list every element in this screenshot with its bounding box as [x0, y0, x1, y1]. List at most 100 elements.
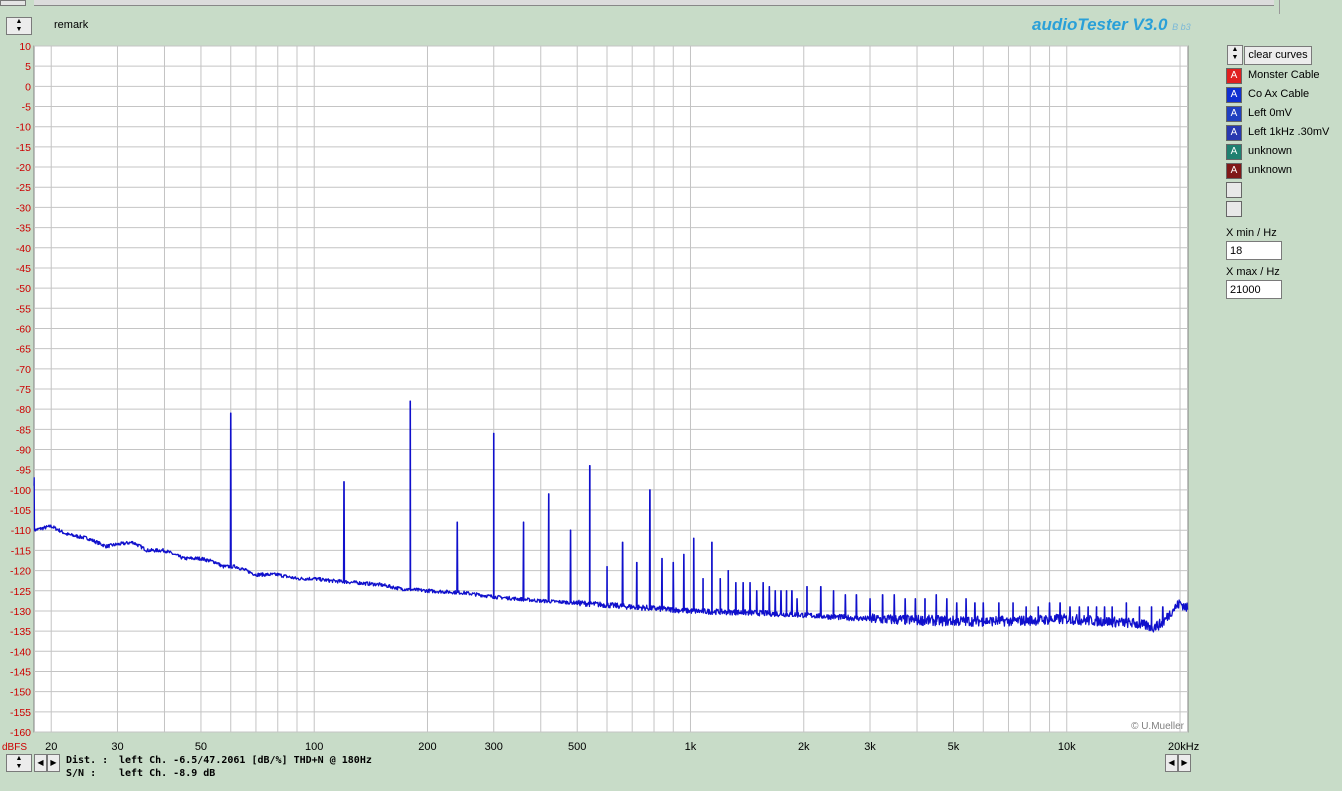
x-tick-label: 5k	[948, 741, 960, 753]
y-tick-label: -95	[16, 465, 31, 477]
y-axis-ticks: 10 5 0 -5 -10 -15 -20 -25 -30 -35 -40 -45 -50 -55 -60 -…	[10, 41, 31, 739]
y-tick-label: -120	[10, 566, 31, 578]
y-tick-label: -10	[16, 122, 31, 134]
y-tick-label: -145	[10, 666, 31, 678]
spectrum-chart: 1050-5-10-15-20-25-30-35-40-45-50-55-60-…	[2, 41, 1199, 753]
xmin-label: X min / Hz	[1226, 227, 1277, 239]
y-tick-label: -160	[10, 727, 31, 739]
scroll-right-button[interactable]: ▶	[47, 754, 60, 772]
y-tick-label: -80	[16, 404, 31, 416]
curve-spinner[interactable]: ▲ ▼	[6, 754, 32, 772]
y-axis-label: dBFS	[2, 742, 27, 753]
y-tick-label: -85	[16, 424, 31, 436]
x-tick-label: 50	[195, 741, 207, 753]
legend-spinner[interactable]: ▲ ▼	[1227, 45, 1243, 65]
y-tick-label: -105	[10, 505, 31, 517]
x-tick-label: 500	[568, 741, 586, 753]
x-tick-label: 20	[45, 741, 57, 753]
legend-label: Left 0mV	[1248, 107, 1293, 119]
xmax-label: X max / Hz	[1226, 266, 1280, 278]
top-scroll-button[interactable]	[0, 0, 26, 6]
x-tick-label: 100	[305, 741, 323, 753]
xmax-field[interactable]	[1226, 280, 1282, 299]
legend-label: Monster Cable	[1248, 69, 1320, 81]
spin-down-icon[interactable]: ▼	[7, 763, 31, 771]
brand-title: audioTester V3.0	[1032, 15, 1168, 34]
y-tick-label: -90	[16, 445, 31, 457]
legend-swatch-button[interactable]: A	[1226, 106, 1242, 122]
x-tick-label: 200	[418, 741, 436, 753]
legend-swatch-button[interactable]: A	[1226, 144, 1242, 160]
y-tick-label: -35	[16, 223, 31, 235]
copyright-label: © U.Mueller	[1131, 721, 1185, 732]
legend-swatch-button[interactable]: A	[1226, 125, 1242, 141]
pan-right-button[interactable]: ▶	[1178, 754, 1191, 772]
y-tick-label: -45	[16, 263, 31, 275]
x-tick-label: 10k	[1058, 741, 1076, 753]
x-tick-label: 20kHz	[1168, 741, 1199, 753]
clear-curves-button[interactable]: clear curves	[1244, 46, 1312, 65]
spin-down-icon[interactable]: ▼	[7, 26, 31, 34]
y-tick-label: -70	[16, 364, 31, 376]
y-tick-label: -30	[16, 202, 31, 214]
app-brand: audioTester V3.0 B b3	[1032, 15, 1191, 35]
x-tick-label: 2k	[798, 741, 810, 753]
y-tick-label: -140	[10, 646, 31, 658]
legend-swatch-button[interactable]: A	[1226, 68, 1242, 84]
y-tick-label: -100	[10, 485, 31, 497]
x-tick-label: 300	[485, 741, 503, 753]
xmin-field[interactable]	[1226, 241, 1282, 260]
arrow-left-icon: ◀	[37, 758, 44, 767]
y-tick-label: -40	[16, 243, 31, 255]
y-tick-label: 0	[25, 81, 31, 93]
y-tick-label: -15	[16, 142, 31, 154]
y-tick-label: 10	[19, 41, 31, 53]
x-tick-label: 30	[111, 741, 123, 753]
legend-swatch-button[interactable]: A	[1226, 87, 1242, 103]
scroll-left-button[interactable]: ◀	[34, 754, 47, 772]
y-tick-label: -135	[10, 626, 31, 638]
x-tick-label: 3k	[864, 741, 876, 753]
brand-build: B b3	[1172, 22, 1191, 32]
top-scrollbar-track[interactable]	[34, 0, 1274, 6]
top-strip	[0, 0, 1342, 14]
legend-swatch-button[interactable]	[1226, 201, 1242, 217]
y-tick-label: -60	[16, 323, 31, 335]
y-tick-label: -125	[10, 586, 31, 598]
spin-up-icon[interactable]: ▲	[7, 755, 31, 763]
y-tick-label: -110	[11, 525, 31, 537]
arrow-right-icon: ▶	[1181, 758, 1188, 767]
x-tick-label: 1k	[685, 741, 697, 753]
y-tick-label: -5	[22, 102, 31, 114]
y-tick-label: -55	[16, 303, 31, 315]
top-right-panel	[1279, 0, 1342, 14]
y-tick-label: -75	[16, 384, 31, 396]
remark-label: remark	[54, 19, 89, 31]
y-tick-label: -115	[11, 545, 31, 557]
y-tick-label: -150	[10, 687, 31, 699]
y-tick-label: -25	[16, 182, 31, 194]
sn-label: S/N :	[66, 768, 97, 779]
legend-swatch-button[interactable]	[1226, 182, 1242, 198]
x-axis-ticks: 20 30 50 100 200 300 500 1k 2k 3k 5k 10k 20kHz	[45, 741, 1199, 753]
y-tick-label: 5	[25, 61, 31, 73]
legend-label: unknown	[1248, 145, 1293, 157]
legend-label: Co Ax Cable	[1248, 88, 1310, 100]
spin-up-icon[interactable]: ▲	[1228, 46, 1242, 54]
y-tick-label: -155	[10, 707, 31, 719]
y-tick-label: -65	[16, 344, 31, 356]
legend-label: Left 1kHz .30mV	[1248, 126, 1330, 138]
legend-label: unknown	[1248, 164, 1293, 176]
dist-label: Dist. :	[66, 755, 109, 766]
arrow-right-icon: ▶	[50, 758, 57, 767]
arrow-left-icon: ◀	[1168, 758, 1175, 767]
legend-swatch-button[interactable]: A	[1226, 163, 1242, 179]
remark-spinner[interactable]: ▲ ▼	[6, 17, 32, 35]
y-tick-label: -50	[16, 283, 31, 295]
spin-up-icon[interactable]: ▲	[7, 18, 31, 26]
spin-down-icon[interactable]: ▼	[1228, 54, 1242, 62]
sn-value: left Ch. -8.9 dB	[119, 768, 216, 779]
pan-left-button[interactable]: ◀	[1165, 754, 1178, 772]
dist-value: left Ch. -6.5/47.2061 [dB/%] THD+N @ 180…	[119, 755, 372, 766]
y-tick-label: -20	[16, 162, 31, 174]
